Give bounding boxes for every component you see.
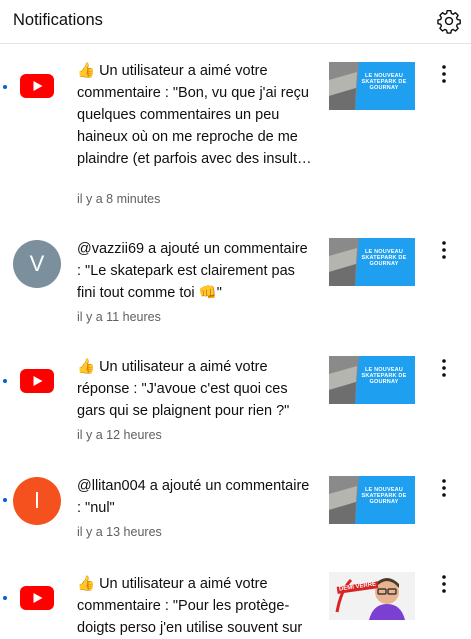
notification-text: @llitan004 a ajouté un commentaire : "nu… <box>77 478 310 516</box>
unread-indicator <box>3 596 7 600</box>
notification-time: il y a 13 heures <box>77 525 162 539</box>
more-options-icon[interactable] <box>432 62 456 86</box>
more-options-icon[interactable] <box>432 356 456 380</box>
more-options-icon[interactable] <box>432 572 456 596</box>
video-thumbnail[interactable] <box>329 356 415 404</box>
video-thumbnail[interactable] <box>329 238 415 286</box>
video-thumbnail[interactable] <box>329 62 415 110</box>
video-thumbnail[interactable] <box>329 476 415 524</box>
youtube-logo-icon <box>13 62 61 110</box>
notifications-header: Notifications <box>0 0 471 44</box>
avatar: V <box>13 240 61 288</box>
notification-time: il y a 8 minutes <box>77 192 161 206</box>
unread-indicator <box>3 85 7 89</box>
notification-text: 👍 Un utilisateur a aimé votre commentair… <box>77 63 313 167</box>
avatar: l <box>13 477 61 525</box>
notification-time: il y a 11 heures <box>77 310 161 324</box>
notification-text: @vazzii69 a ajouté un commentaire : "Le … <box>77 241 308 301</box>
gear-icon[interactable] <box>436 8 462 34</box>
notification-text: 👍 Un utilisateur a aimé votre commentair… <box>77 576 303 636</box>
youtube-logo-icon <box>13 574 61 622</box>
youtube-logo-icon <box>13 357 61 405</box>
more-options-icon[interactable] <box>432 238 456 262</box>
unread-indicator <box>3 379 7 383</box>
video-thumbnail[interactable] <box>329 572 415 620</box>
notification-time: il y a 12 heures <box>77 428 162 442</box>
more-options-icon[interactable] <box>432 476 456 500</box>
unread-indicator <box>3 498 7 502</box>
notification-text: 👍 Un utilisateur a aimé votre réponse : … <box>77 359 290 419</box>
page-title: Notifications <box>13 11 103 29</box>
